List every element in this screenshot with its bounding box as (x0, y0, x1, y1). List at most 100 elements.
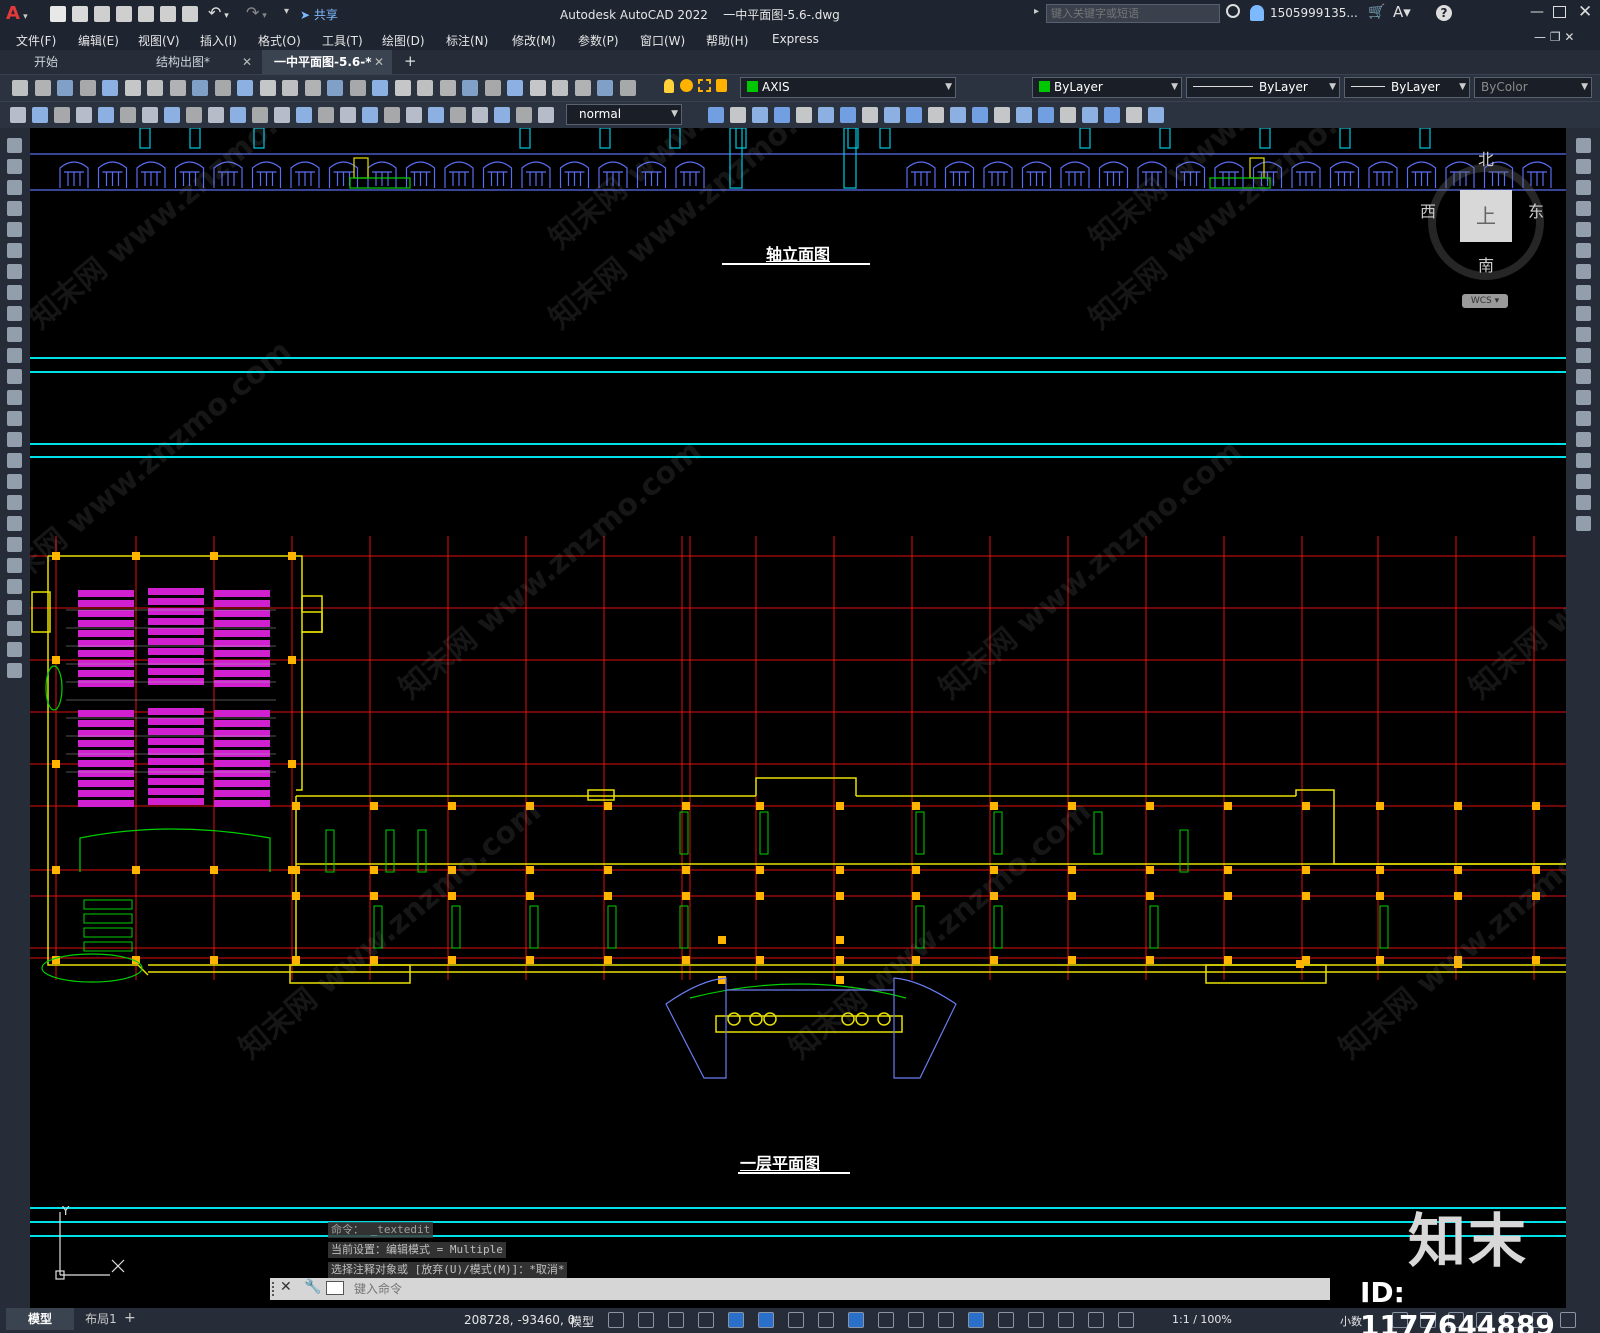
menu-item[interactable]: 绘图(D) (382, 32, 425, 49)
match-properties-icon[interactable] (215, 80, 231, 96)
fillet-icon[interactable] (1576, 453, 1591, 468)
image-icon[interactable] (1038, 107, 1054, 123)
sheet-set-icon[interactable] (440, 80, 456, 96)
color-combo[interactable]: ByLayer ▼ (1032, 77, 1182, 98)
open-icon[interactable] (35, 80, 51, 96)
help-icon[interactable]: ? (1436, 5, 1452, 21)
table-icon[interactable] (7, 495, 22, 510)
publish-icon[interactable] (125, 80, 141, 96)
customize-qat-icon[interactable]: ▾ (284, 6, 289, 17)
hatch-back-icon[interactable] (840, 107, 856, 123)
continue-icon[interactable] (230, 107, 246, 123)
viewcube-west[interactable]: 西 (1420, 198, 1436, 222)
send-back-icon[interactable] (730, 107, 746, 123)
spline-icon[interactable] (7, 306, 22, 321)
ellipse-arc-icon[interactable] (7, 348, 22, 363)
menu-item[interactable]: 标注(N) (446, 32, 488, 49)
inspect-icon[interactable] (340, 107, 356, 123)
annotation-scale[interactable]: 1:1 / 100% (1172, 1313, 1232, 1326)
stretch-icon[interactable] (1576, 306, 1591, 321)
save-icon[interactable] (597, 80, 613, 96)
move-icon[interactable] (1576, 243, 1591, 258)
jogged-linear-icon[interactable] (362, 107, 378, 123)
angular-icon[interactable] (164, 107, 180, 123)
bring-front-icon[interactable] (1126, 107, 1142, 123)
edit-dim-icon[interactable] (384, 107, 400, 123)
ordinate-icon[interactable] (516, 107, 532, 123)
polygon-icon[interactable] (7, 621, 22, 636)
markup-icon[interactable] (462, 80, 478, 96)
design-center-icon[interactable] (395, 80, 411, 96)
menu-item[interactable]: 视图(V) (138, 32, 180, 49)
erase-icon[interactable] (1576, 516, 1591, 531)
user-name[interactable]: 1505999135... (1270, 6, 1358, 20)
layer-properties-icon[interactable] (530, 80, 546, 96)
new-tab-icon[interactable]: + (404, 52, 417, 70)
minimize-icon[interactable]: — (1530, 4, 1544, 20)
plot-icon[interactable] (182, 6, 198, 22)
update-icon[interactable] (428, 107, 444, 123)
object-snap-toggle-icon[interactable] (848, 1312, 864, 1328)
auto-scale-toggle-icon[interactable] (1118, 1312, 1134, 1328)
menu-item[interactable]: 插入(I) (200, 32, 237, 49)
trim-icon[interactable] (1576, 327, 1591, 342)
user-icon[interactable] (1250, 5, 1264, 21)
offset-icon[interactable] (1576, 201, 1591, 216)
menu-item[interactable]: 帮助(H) (706, 32, 748, 49)
share-button[interactable]: ➤ 共享 (300, 6, 338, 23)
snap-toggle-icon[interactable] (638, 1312, 654, 1328)
grid-toggle-icon[interactable] (608, 1312, 624, 1328)
cart-icon[interactable]: 🛒 (1368, 4, 1385, 20)
linetype-combo[interactable]: ByLayer ▼ (1186, 77, 1340, 98)
save-icon[interactable] (57, 80, 73, 96)
add-layout-icon[interactable]: + (124, 1310, 136, 1326)
send-back-icon[interactable] (1148, 107, 1164, 123)
viewcube[interactable]: 上 北 南 西 东 WCS ▾ (1420, 148, 1548, 308)
command-customize-icon[interactable]: 🔧 (304, 1279, 321, 1295)
explode-icon[interactable] (1576, 495, 1591, 510)
help-icon[interactable] (507, 80, 523, 96)
baseline-icon[interactable] (208, 107, 224, 123)
calculator-icon[interactable] (485, 80, 501, 96)
new-file-icon[interactable] (50, 6, 66, 22)
web-save-icon[interactable] (160, 6, 176, 22)
link-icon[interactable] (1104, 107, 1120, 123)
add-selected-icon[interactable] (7, 537, 22, 552)
search-icon[interactable] (1226, 4, 1240, 18)
tab-start[interactable]: 开始 (22, 50, 142, 74)
rectangle-icon[interactable] (7, 222, 22, 237)
tool-palettes-icon[interactable] (417, 80, 433, 96)
viewport-freeze-icon[interactable] (698, 79, 711, 92)
open-icon[interactable] (575, 80, 591, 96)
chamfer-icon[interactable] (1576, 432, 1591, 447)
search-input[interactable] (1046, 4, 1220, 23)
line-icon[interactable] (7, 558, 22, 573)
command-prompt-icon[interactable] (326, 1281, 344, 1295)
multiline-text-icon[interactable] (7, 516, 22, 531)
layout-tab-layout1[interactable]: 布局1 (74, 1308, 128, 1330)
text-style-combo[interactable]: normal ▼ (566, 104, 682, 125)
break-icon[interactable] (1576, 390, 1591, 405)
layout-tab-model[interactable]: 模型 (6, 1308, 74, 1330)
menu-item[interactable]: 修改(M) (512, 32, 556, 49)
infer-toggle-icon[interactable] (668, 1312, 684, 1328)
construction-line-icon[interactable] (7, 579, 22, 594)
redo-icon[interactable] (260, 80, 276, 96)
line-icon[interactable] (7, 138, 22, 153)
quick-dim-icon[interactable] (186, 107, 202, 123)
tab-plan[interactable]: 一中平面图-5.6-* ✕ (262, 50, 392, 74)
redo-icon[interactable]: ↷ ▾ (246, 3, 267, 22)
sun-icon[interactable] (680, 79, 693, 92)
undo-icon[interactable] (237, 80, 253, 96)
3d-osnap-toggle-icon[interactable] (968, 1312, 984, 1328)
region-icon[interactable] (7, 474, 22, 489)
ellipse-icon[interactable] (7, 327, 22, 342)
drawing-canvas[interactable]: 知末网 www.znzmo.com 知末网 www.znzmo.com 知末网 ww… (0, 0, 1600, 1308)
autodesk-a360-icon[interactable]: A▾ (1393, 3, 1411, 21)
cut-icon[interactable] (147, 80, 163, 96)
save-icon[interactable] (94, 6, 110, 22)
space-icon[interactable] (252, 107, 268, 123)
extend-icon[interactable] (1576, 348, 1591, 363)
arc-length-icon[interactable] (494, 107, 510, 123)
annotation-visibility-toggle-icon[interactable] (1088, 1312, 1104, 1328)
